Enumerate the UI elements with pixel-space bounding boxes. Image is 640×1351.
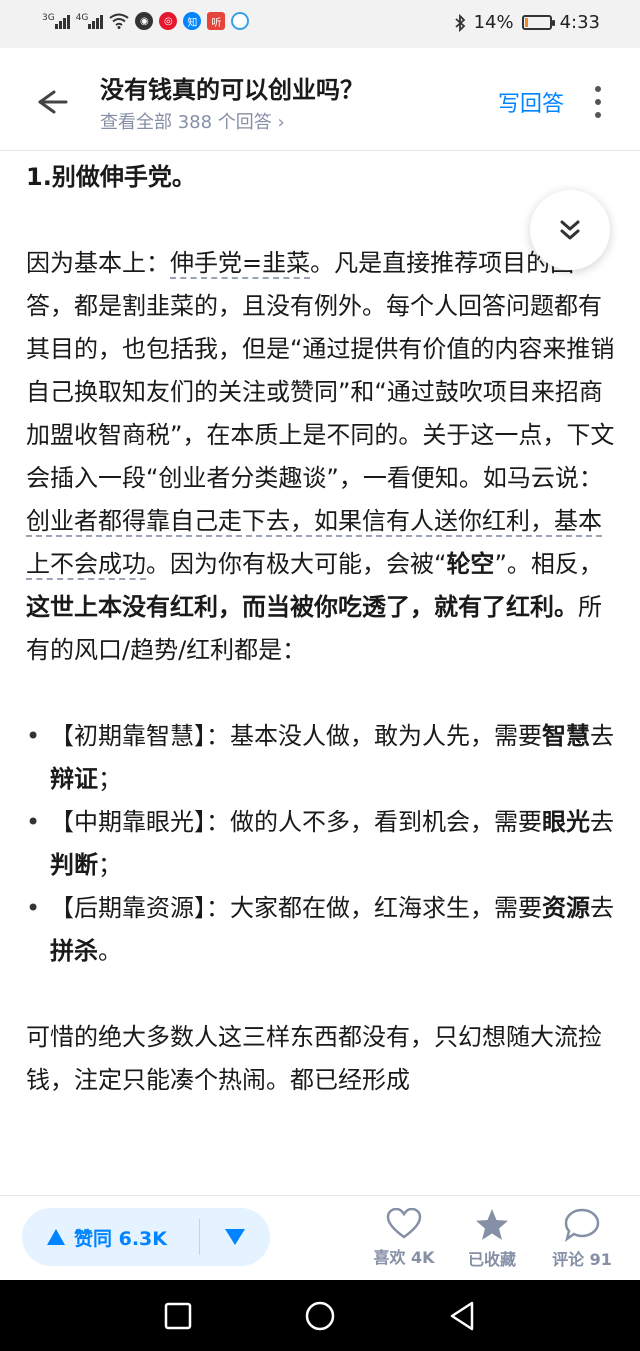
triangle-up-icon: [47, 1229, 65, 1245]
zhihu-icon: 知: [183, 12, 202, 30]
view-all-answers-link[interactable]: 查看全部 388 个回答 ›: [100, 108, 285, 134]
battery-level: [524, 18, 529, 27]
weibo-icon: ◎: [159, 12, 178, 30]
clock: 4:33: [559, 12, 600, 33]
collect-button[interactable]: 已收藏: [452, 1208, 532, 1270]
heart-icon: [386, 1208, 422, 1239]
collect-label: 已收藏: [467, 1250, 516, 1269]
back-triangle-icon[interactable]: [446, 1300, 478, 1332]
status-right: 14% 4:33: [454, 12, 600, 33]
paragraph-2: 可惜的绝大多数人这三样东西都没有，只幻想随大流捡钱，注定只能凑个热闹。都已经形成: [26, 1023, 602, 1094]
bullet-list: 【初期靠智慧】：基本没人做，敢为人先，需要智慧去辩证； 【中期靠眼光】：做的人不…: [26, 715, 616, 973]
question-title[interactable]: 没有钱真的可以创业吗？: [100, 70, 364, 105]
scroll-next-button[interactable]: [530, 190, 610, 270]
app-icon: 听: [207, 12, 226, 30]
comment-button[interactable]: 评论 91: [542, 1208, 622, 1270]
home-circle-icon[interactable]: [304, 1300, 336, 1332]
text: ”。相反，: [494, 550, 603, 578]
text: 。凡是直接推荐: [310, 249, 479, 277]
signal-icon: [54, 13, 70, 29]
double-chevron-down-icon: [560, 220, 580, 240]
more-menu-icon[interactable]: [590, 86, 606, 118]
bold-text: 这世上本没有红利，而当被你吃透了，就有了红利。: [26, 593, 578, 621]
vote-group: 赞同 6.3K: [22, 1208, 270, 1266]
like-label: 喜欢 4K: [373, 1248, 435, 1267]
paragraph-1: 因为基本上：伸手党=韭菜。凡是直接推荐项目的回答，都是割韭菜的，且没有例外。每个…: [26, 242, 616, 672]
text: 项目的回答，都是割韭菜的，且没有例外。每个人回答问题都有其目的，也包括我，但是“…: [26, 249, 615, 492]
section-heading: 1.别做伸手党。: [26, 163, 196, 191]
network-3g: 3G: [42, 13, 70, 29]
bold-text: 轮空: [446, 550, 495, 578]
list-item: 【后期靠资源】：大家都在做，红海求生，需要资源去拼杀。: [26, 887, 616, 973]
battery-icon: [521, 15, 555, 30]
globe-icon: ◉: [135, 12, 154, 30]
like-button[interactable]: 喜欢 4K: [364, 1208, 444, 1268]
list-item: 【中期靠眼光】：做的人不多，看到机会，需要眼光去判断；: [26, 801, 616, 887]
upvote-label: 赞同 6.3K: [74, 1227, 167, 1250]
write-answer-button[interactable]: 写回答: [498, 86, 564, 118]
battery-percent: 14%: [473, 12, 514, 33]
comment-label: 评论 91: [552, 1250, 612, 1269]
text: 。因为你有极大可能，会被“: [146, 550, 447, 578]
network-4g: 4G: [76, 13, 104, 29]
wifi-icon: [109, 13, 130, 29]
action-bar: 赞同 6.3K 喜欢 4K 已收藏 评论 91: [0, 1195, 640, 1280]
star-icon: [476, 1209, 508, 1240]
list-item: 【初期靠智慧】：基本没人做，敢为人先，需要智慧去辩证；: [26, 715, 616, 801]
status-left: 3G 4G ◉ ◎ 知 听: [42, 12, 250, 30]
highlight-link[interactable]: 伸手党=韭菜: [170, 249, 311, 279]
upvote-button[interactable]: 赞同 6.3K: [22, 1208, 173, 1266]
back-arrow-icon[interactable]: [30, 82, 70, 122]
triangle-down-icon: [224, 1229, 245, 1245]
system-nav-bar: [0, 1280, 640, 1351]
text: 因为基本上：: [26, 249, 170, 277]
signal-icon: [88, 13, 104, 29]
recents-square-icon[interactable]: [162, 1300, 194, 1332]
status-bar: 3G 4G ◉ ◎ 知 听 14% 4:33: [0, 0, 640, 48]
comment-icon: [564, 1208, 600, 1242]
bluetooth-icon: [454, 13, 465, 32]
browser-icon: [231, 12, 250, 30]
question-header: 没有钱真的可以创业吗？ 查看全部 388 个回答 › 写回答: [0, 48, 640, 151]
downvote-button[interactable]: [199, 1208, 270, 1266]
answer-content: 1.别做伸手党。 因为基本上：伸手党=韭菜。凡是直接推荐项目的回答，都是割韭菜的…: [26, 150, 616, 1102]
